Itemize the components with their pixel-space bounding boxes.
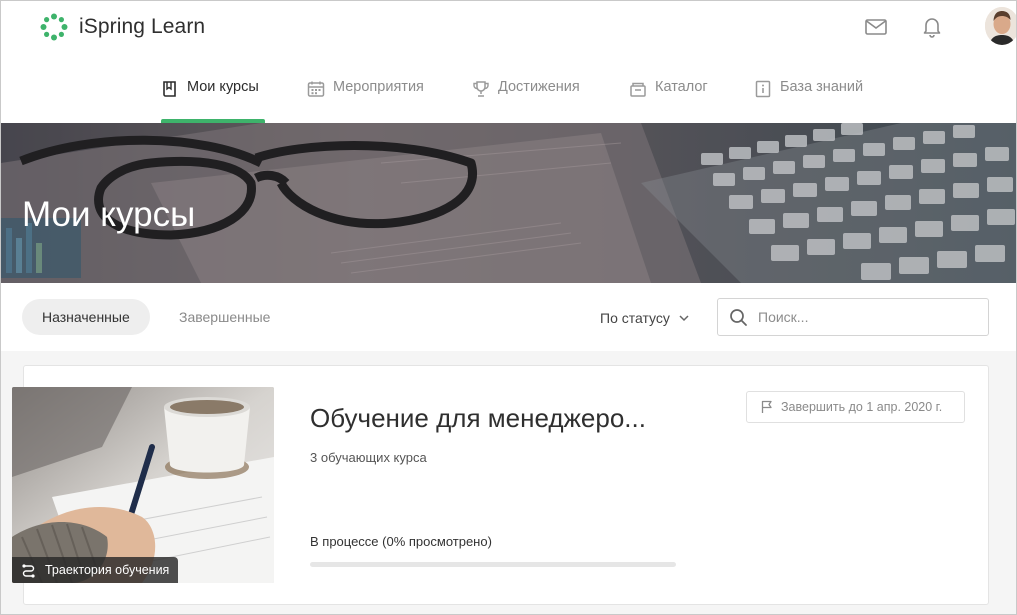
info-book-icon: [754, 80, 772, 98]
tab-catalog[interactable]: Каталог: [629, 79, 708, 123]
search-icon: [730, 309, 747, 326]
tab-label: Мои курсы: [187, 79, 259, 95]
learning-path-label: Траектория обучения: [45, 563, 170, 577]
learning-path-badge: Траектория обучения: [12, 557, 179, 583]
brand-logo[interactable]: iSpring Learn: [39, 12, 205, 42]
page-title: Мои курсы: [22, 195, 196, 234]
route-icon: [22, 563, 35, 578]
filter-assigned[interactable]: Назначенные: [22, 299, 150, 335]
tab-label: Достижения: [498, 79, 580, 95]
progress-status: В процессе (0% просмотрено): [310, 534, 492, 549]
tab-label: Каталог: [655, 79, 708, 95]
course-subtitle: 3 обучающих курса: [310, 450, 427, 465]
filter-completed[interactable]: Завершенные: [159, 299, 290, 335]
progress-bar: [310, 562, 676, 567]
filter-bar: Назначенные Завершенные По статусу: [1, 283, 1016, 351]
brand-name: iSpring Learn: [79, 15, 206, 38]
catalog-icon: [629, 80, 647, 98]
book-icon: [161, 80, 179, 98]
status-dropdown[interactable]: По статусу: [600, 310, 690, 326]
search-box: [717, 298, 989, 336]
tab-my-courses[interactable]: Мои курсы: [161, 79, 265, 123]
search-input[interactable]: [758, 299, 978, 335]
ispring-logo-icon: [40, 13, 68, 41]
main-navigation: Мои курсы Мероприятия Достижения Каталог…: [1, 63, 1016, 123]
app-window: iSpring Learn Мои курсы Мероприятия Дост…: [0, 0, 1017, 615]
deadline-label: Завершить до 1 апр. 2020 г.: [781, 400, 943, 414]
course-image: [12, 387, 274, 583]
bell-icon[interactable]: [920, 15, 944, 39]
tab-achievements[interactable]: Достижения: [472, 79, 580, 123]
flag-icon: [761, 400, 772, 413]
course-thumbnail[interactable]: Траектория обучения: [12, 387, 274, 583]
page-banner: Мои курсы: [1, 123, 1016, 283]
user-avatar[interactable]: [985, 7, 1016, 45]
tab-events[interactable]: Мероприятия: [307, 79, 424, 123]
tab-label: Мероприятия: [333, 79, 424, 95]
tab-label: База знаний: [780, 79, 864, 95]
trophy-icon: [472, 80, 490, 98]
deadline-badge: Завершить до 1 апр. 2020 г.: [746, 391, 965, 423]
course-title[interactable]: Обучение для менеджеро...: [310, 403, 680, 434]
chevron-down-icon: [679, 315, 689, 322]
top-header: iSpring Learn Мои курсы Мероприятия Дост…: [1, 1, 1016, 123]
tab-knowledge-base[interactable]: База знаний: [754, 79, 863, 123]
status-dropdown-label: По статусу: [600, 310, 670, 326]
calendar-icon: [307, 80, 325, 98]
mail-icon[interactable]: [864, 15, 888, 39]
